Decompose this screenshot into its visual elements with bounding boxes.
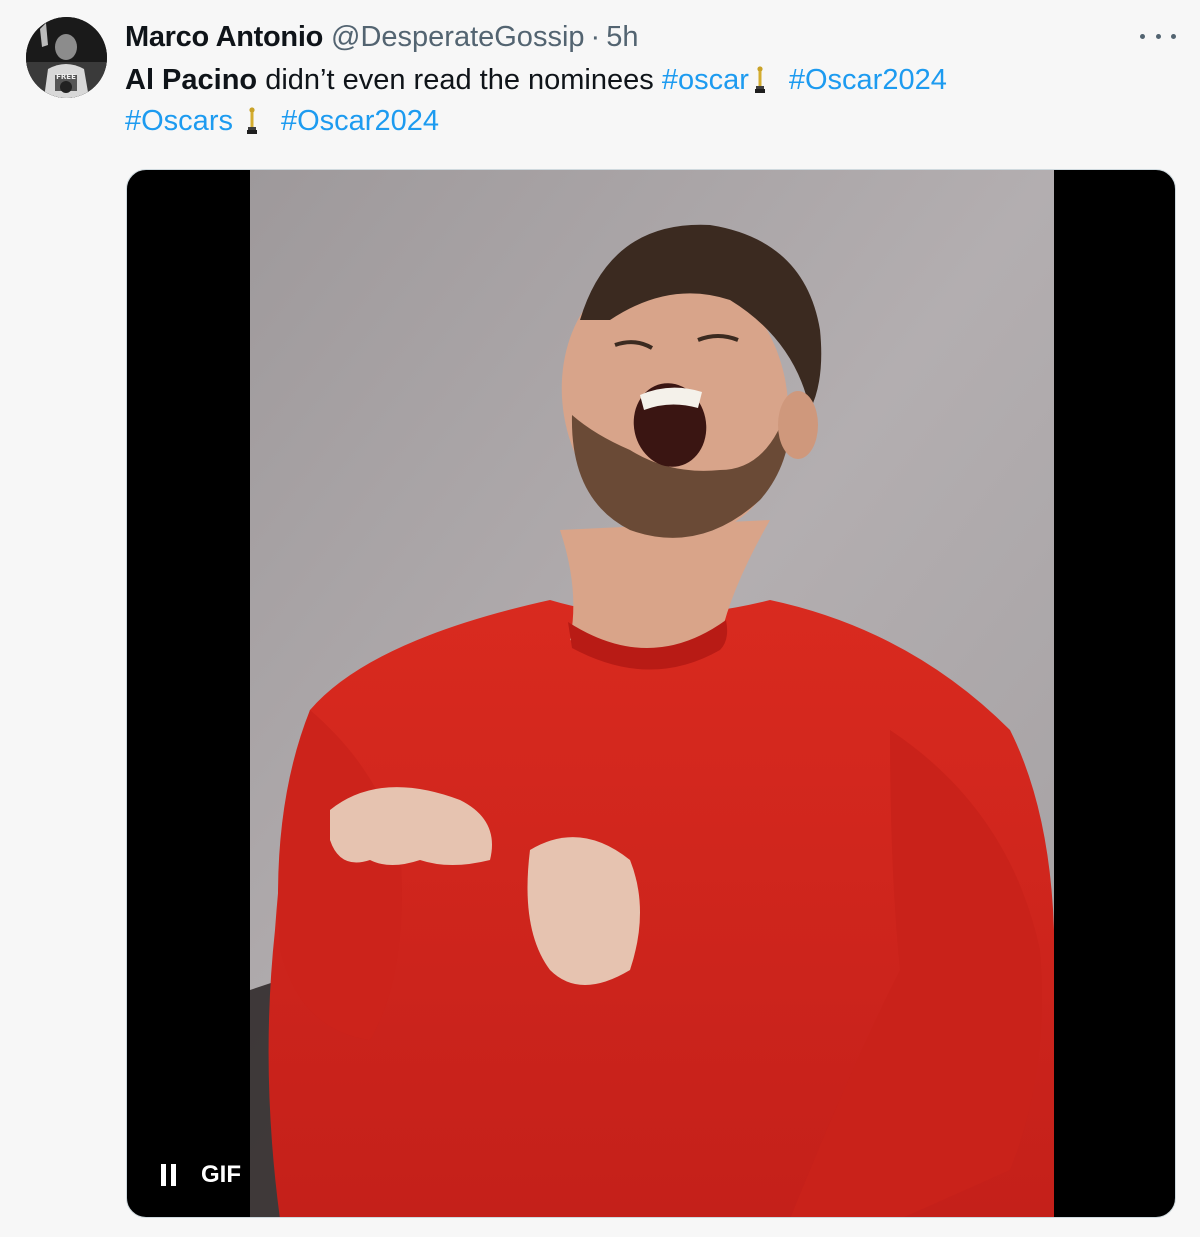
- tweet-header: Marco Antonio @DesperateGossip · 5h: [125, 18, 638, 56]
- oscar-trophy-icon: [246, 107, 257, 134]
- tweet-card[interactable]: FREE Marco Antonio @DesperateGossip · 5h…: [0, 0, 1200, 1237]
- gif-controls: GIF: [161, 1158, 241, 1192]
- avatar-lettering: FREE: [56, 73, 76, 81]
- mention-name: Al Pacino: [125, 64, 258, 96]
- pause-icon[interactable]: [161, 1164, 179, 1186]
- hashtag-link[interactable]: #Oscars: [125, 105, 233, 137]
- author-name[interactable]: Marco Antonio: [125, 21, 323, 54]
- tweet-text: Al Pacino didn’t even read the nominees …: [125, 60, 1165, 142]
- tweet-timestamp[interactable]: 5h: [606, 21, 638, 54]
- oscar-trophy-icon: [754, 66, 765, 93]
- tweet-text-line-2: #Oscars #Oscar2024: [125, 101, 1165, 142]
- hashtag-link[interactable]: #Oscar2024: [281, 105, 439, 137]
- author-handle[interactable]: @DesperateGossip: [331, 21, 585, 54]
- gif-media[interactable]: GIF: [126, 169, 1176, 1218]
- laughing-man-image: [250, 170, 1054, 1217]
- gif-badge: GIF: [201, 1161, 241, 1188]
- hashtag-link[interactable]: #Oscar2024: [789, 64, 947, 96]
- hashtag-link[interactable]: #oscar: [662, 64, 749, 96]
- avatar-image: FREE: [26, 17, 107, 98]
- tweet-text-line-1: Al Pacino didn’t even read the nominees …: [125, 60, 1165, 101]
- tweet-body: didn’t even read the nominees: [257, 64, 662, 96]
- separator-dot: ·: [590, 20, 601, 53]
- avatar[interactable]: FREE: [26, 17, 107, 98]
- gif-frame[interactable]: [250, 170, 1054, 1217]
- more-options-icon[interactable]: [1140, 26, 1176, 46]
